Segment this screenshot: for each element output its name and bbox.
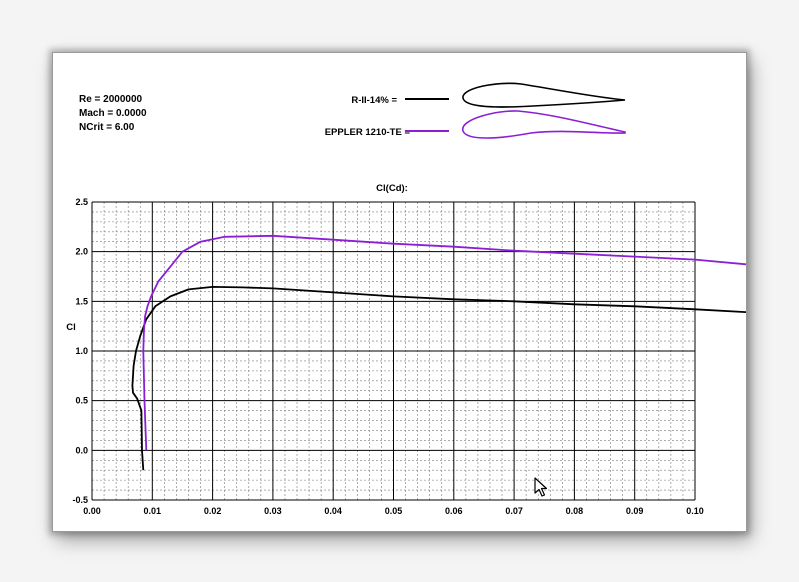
x-tick-label: 0.08 [566,506,584,516]
plot-grid [91,201,696,501]
x-tick-label: 0.04 [324,506,342,516]
y-tick-label: 1.5 [75,296,88,306]
polar-chart: R-II-14% = EPPLER 1210-TE = Cl(Cd): Cl C… [66,82,746,531]
x-tick-label: 0.02 [204,506,222,516]
airfoil-shape-r-ii-14 [462,82,626,108]
x-tick-label: 0.06 [445,506,463,516]
x-tick-label: 0.00 [83,506,101,516]
chart-title: Cl(Cd): [376,183,408,194]
y-tick-label: 1.0 [75,346,88,356]
y-tick-label: 0.0 [75,445,88,455]
x-tick-label: 0.05 [385,506,403,516]
y-tick-label: 2.5 [75,197,88,207]
legend: R-II-14% = EPPLER 1210-TE = [325,82,626,139]
polar-plot-window: Re = 2000000 Mach = 0.0000 NCrit = 6.00 … [52,52,747,532]
x-tick-label: 0.09 [626,506,644,516]
mouse-pointer-icon [534,477,548,497]
y-tick-label: 0.5 [75,396,88,406]
legend-label-series-1: R-II-14% = [351,95,397,106]
legend-label-series-2: EPPLER 1210-TE = [325,127,411,138]
x-tick-label: 0.01 [144,506,162,516]
y-axis-label: Cl [66,322,76,333]
x-tick-label: 0.10 [686,506,704,516]
y-tick-label: 2.0 [75,247,88,257]
x-tick-label: 0.07 [505,506,523,516]
airfoil-shape-eppler-1210-te [462,110,626,139]
y-tick-label: -0.5 [72,495,88,505]
x-tick-label: 0.03 [264,506,282,516]
x-axis-label: Cd [386,530,399,531]
